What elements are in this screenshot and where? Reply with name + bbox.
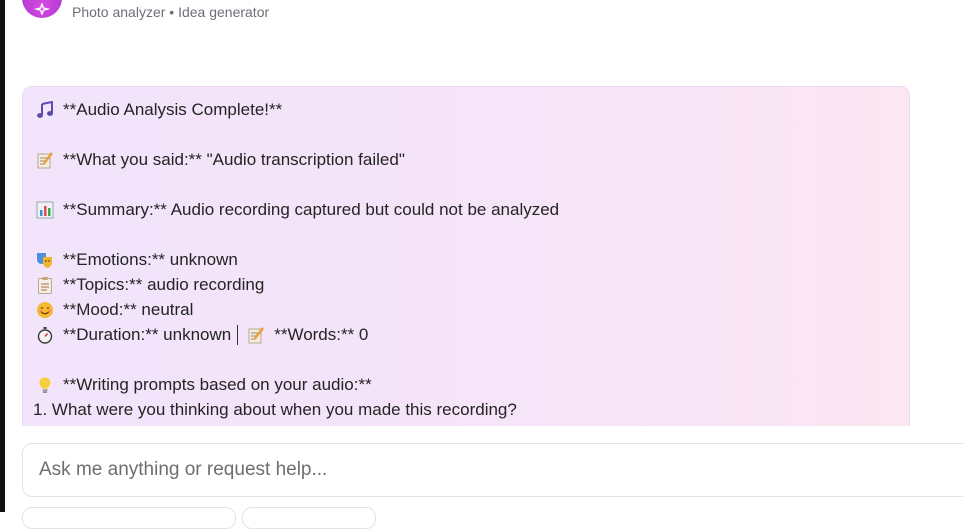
separator — [237, 325, 239, 345]
message-line-writing-prompts: **Writing prompts based on your audio:** — [36, 373, 372, 397]
message-line-prompt-1: 1. What were you thinking about when you… — [33, 398, 517, 422]
message-text: **Topics:** audio recording — [63, 275, 265, 294]
message-text: **Writing prompts based on your audio:** — [63, 375, 372, 394]
message-line-topics: **Topics:** audio recording — [36, 273, 264, 297]
bar-chart-icon — [36, 201, 54, 219]
message-text: **Audio Analysis Complete!** — [63, 100, 283, 119]
message-line-title: **Audio Analysis Complete!** — [36, 98, 282, 122]
message-text: **Duration:** unknown — [63, 325, 232, 344]
message-text: **What you said:** "Audio transcription … — [63, 150, 405, 169]
theater-masks-icon — [36, 251, 54, 269]
message-text: 1. What were you thinking about when you… — [33, 400, 517, 419]
clipboard-icon — [36, 276, 54, 294]
lightbulb-icon — [36, 376, 54, 394]
sparkle-icon — [34, 3, 50, 15]
music-note-icon — [36, 100, 54, 119]
message-line-emotions: **Emotions:** unknown — [36, 248, 238, 272]
memo-icon — [247, 326, 265, 344]
chat-input-box[interactable]: Ask me anything or request help... — [22, 443, 963, 497]
chat-input-placeholder[interactable]: Ask me anything or request help... — [39, 459, 327, 481]
message-line-mood: **Mood:** neutral — [36, 298, 193, 322]
smiley-icon — [36, 301, 54, 319]
memo-icon — [36, 151, 54, 169]
suggestion-chip[interactable] — [22, 507, 236, 529]
message-text: **Words:** 0 — [274, 325, 369, 344]
suggestion-chip[interactable] — [242, 507, 376, 529]
window-left-edge — [0, 0, 5, 512]
message-text: **Summary:** Audio recording captured bu… — [63, 200, 560, 219]
message-line-what-you-said: **What you said:** "Audio transcription … — [36, 148, 405, 172]
message-line-summary: **Summary:** Audio recording captured bu… — [36, 198, 559, 222]
message-text: **Mood:** neutral — [63, 300, 194, 319]
stopwatch-icon — [36, 326, 54, 344]
message-line-duration-words: **Duration:** unknown **Words:** 0 — [36, 323, 368, 347]
message-text: **Emotions:** unknown — [63, 250, 238, 269]
assistant-avatar — [22, 0, 62, 18]
assistant-message-card: **Audio Analysis Complete!** **What you … — [22, 86, 910, 446]
assistant-subtitle: Photo analyzer • Idea generator — [72, 4, 270, 20]
